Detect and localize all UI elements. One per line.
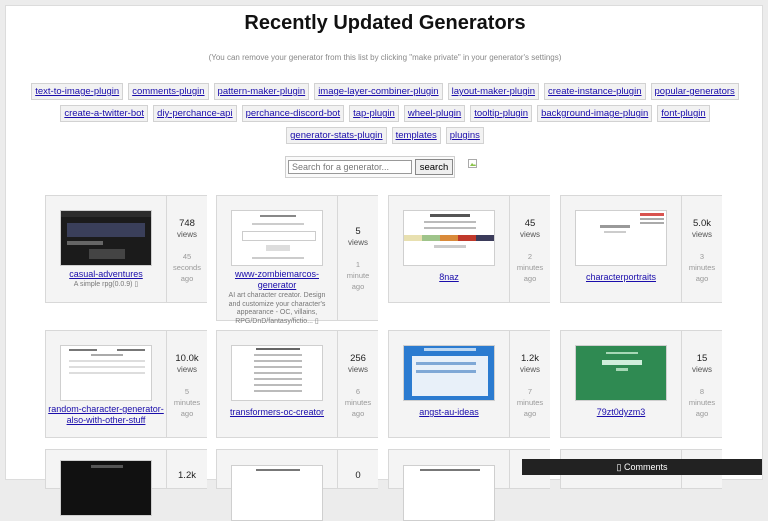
view-count: 5.0k xyxy=(693,218,711,229)
tag-link[interactable]: pattern-maker-plugin xyxy=(213,83,310,100)
generator-thumbnail[interactable] xyxy=(575,345,667,401)
generator-stats: 1.2k views 7 minutes ago xyxy=(509,331,550,437)
page-subtitle: (You can remove your generator from this… xyxy=(208,53,562,62)
generator-thumbnail[interactable] xyxy=(231,465,323,521)
tag-link[interactable]: diy-perchance-api xyxy=(153,105,237,122)
views-label: views xyxy=(691,230,712,239)
generator-name-link[interactable]: transformers-oc-creator xyxy=(219,407,335,418)
tag-row-1: text-to-image-plugin comments-plugin pat… xyxy=(6,83,764,100)
generator-stats: 10.0k views 5 minutes ago xyxy=(166,331,207,437)
tag-link[interactable]: generator-stats-plugin xyxy=(286,127,387,144)
tag-link[interactable]: perchance-discord-bot xyxy=(241,105,345,122)
views-label: views xyxy=(519,230,540,239)
updated-ago: 7 minutes ago xyxy=(516,387,544,418)
generator-card[interactable]: www-zombiemarcos-generator AI art charac… xyxy=(216,195,378,325)
updated-ago: 45 seconds ago xyxy=(173,252,201,283)
generator-card[interactable]: 0 xyxy=(216,449,378,521)
page-container: Recently Updated Generators (You can rem… xyxy=(5,5,764,521)
generator-card[interactable]: 1.2k xyxy=(45,449,207,516)
tag-link[interactable]: templates xyxy=(391,127,441,144)
tag-row-2: create-a-twitter-bot diy-perchance-api p… xyxy=(6,105,764,122)
views-label: views xyxy=(347,365,368,374)
generator-thumbnail[interactable] xyxy=(575,210,667,266)
updated-ago: 5 minutes ago xyxy=(173,387,201,418)
views-label: views xyxy=(176,365,197,374)
views-label: views xyxy=(347,238,368,247)
views-label: views xyxy=(519,365,540,374)
generator-name-link[interactable]: 8naz xyxy=(391,272,507,283)
tag-link[interactable]: popular-generators xyxy=(650,83,739,100)
updated-ago: 6 minutes ago xyxy=(344,387,372,418)
generator-name-link[interactable]: www-zombiemarcos-generator xyxy=(219,269,335,290)
tag-link[interactable]: image-layer-combiner-plugin xyxy=(314,83,443,100)
generator-stats: 1.2k xyxy=(166,450,207,488)
generator-thumbnail[interactable] xyxy=(231,210,323,266)
generator-card[interactable]: casual-adventures A simple rpg(0.0.9) ▯ … xyxy=(45,195,207,303)
view-count: 748 xyxy=(179,218,195,229)
view-count: 45 xyxy=(524,218,536,229)
view-count: 1.2k xyxy=(521,353,539,364)
views-label: views xyxy=(691,365,712,374)
generator-card[interactable]: angst-au-ideas 1.2k views 7 minutes ago xyxy=(388,330,550,438)
tag-link[interactable]: wheel-plugin xyxy=(403,105,466,122)
generator-name-link[interactable]: 79zt0dyzm3 xyxy=(563,407,679,418)
generator-name-link[interactable]: casual-adventures xyxy=(48,269,164,280)
generator-description: A simple rpg(0.0.9) ▯ xyxy=(73,281,139,288)
view-count: 10.0k xyxy=(175,353,199,364)
generator-name-link[interactable]: random-character-generator-also-with-oth… xyxy=(48,404,164,425)
updated-ago: 2 minutes ago xyxy=(516,252,544,283)
generator-card[interactable]: random-character-generator-also-with-oth… xyxy=(45,330,207,438)
generator-thumbnail[interactable] xyxy=(403,210,495,266)
tag-link[interactable]: text-to-image-plugin xyxy=(31,83,124,100)
generator-card[interactable]: 8naz 45 views 2 minutes ago xyxy=(388,195,550,303)
view-count: 5 xyxy=(355,226,361,237)
view-count: 15 xyxy=(696,353,708,364)
generator-thumbnail[interactable] xyxy=(403,345,495,401)
generator-card[interactable]: characterportraits 5.0k views 3 minutes ag… xyxy=(560,195,722,303)
tag-link[interactable]: comments-plugin xyxy=(128,83,209,100)
tag-link[interactable]: tooltip-plugin xyxy=(470,105,533,122)
generator-card[interactable]: 79zt0dyzm3 15 views 8 minutes ago xyxy=(560,330,722,438)
generator-stats: 15 views 8 minutes ago xyxy=(681,331,722,437)
generator-description: AI art character creator. Design and cus… xyxy=(228,292,326,325)
generator-thumbnail[interactable] xyxy=(60,210,152,266)
generator-stats: 5.0k views 3 minutes ago xyxy=(681,196,722,302)
generator-thumbnail[interactable] xyxy=(60,460,152,516)
generator-stats: 5 views 1 minute ago xyxy=(337,196,378,320)
tag-link[interactable]: font-plugin xyxy=(657,105,710,122)
view-count: 0 xyxy=(355,470,361,481)
generator-name-link[interactable]: angst-au-ideas xyxy=(391,407,507,418)
generator-card[interactable]: transformers-oc-creator 256 views 6 minut… xyxy=(216,330,378,438)
comments-toggle-button[interactable]: ▯ Comments xyxy=(522,459,762,475)
updated-ago: 3 minutes ago xyxy=(688,252,716,283)
view-count: 256 xyxy=(350,353,366,364)
tag-link[interactable]: create-instance-plugin xyxy=(544,83,646,100)
generator-stats: 0 xyxy=(337,450,378,488)
generator-thumbnail[interactable] xyxy=(403,465,495,521)
tag-link[interactable]: layout-maker-plugin xyxy=(447,83,540,100)
search-button[interactable]: search xyxy=(415,159,453,175)
updated-ago: 8 minutes ago xyxy=(688,387,716,418)
tag-row-3: generator-stats-plugin templates plugins xyxy=(6,127,764,144)
generator-thumbnail[interactable] xyxy=(231,345,323,401)
generator-stats: 748 views 45 seconds ago xyxy=(166,196,207,302)
view-count: 1.2k xyxy=(178,470,196,481)
generator-thumbnail[interactable] xyxy=(60,345,152,401)
generator-stats: 45 views 2 minutes ago xyxy=(509,196,550,302)
tag-link[interactable]: create-a-twitter-bot xyxy=(60,105,149,122)
generator-name-link[interactable]: characterportraits xyxy=(563,272,679,283)
broken-image-icon xyxy=(468,159,477,168)
views-label: views xyxy=(176,230,197,239)
updated-ago: 1 minute ago xyxy=(346,260,370,291)
tag-link[interactable]: tap-plugin xyxy=(349,105,399,122)
search-form: search xyxy=(285,156,455,178)
tag-link[interactable]: background-image-plugin xyxy=(537,105,653,122)
tag-link[interactable]: plugins xyxy=(445,127,484,144)
search-input[interactable] xyxy=(288,160,412,174)
generator-stats: 256 views 6 minutes ago xyxy=(337,331,378,437)
page-title: Recently Updated Generators xyxy=(244,12,526,34)
